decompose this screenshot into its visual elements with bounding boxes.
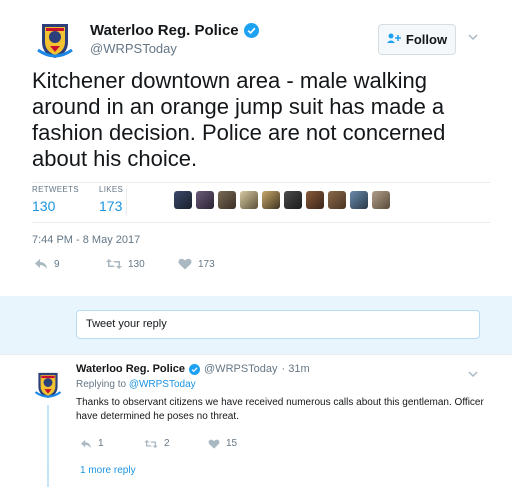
reply-text: Thanks to observant citizens we have rec… xyxy=(76,397,484,422)
reply-tweet: Waterloo Reg. Police @WRPSToday · 31m Re… xyxy=(0,354,512,491)
like-count: 173 xyxy=(198,258,215,270)
retweet-button[interactable]: 130 xyxy=(106,258,178,270)
reply-input[interactable]: Tweet your reply xyxy=(76,310,480,339)
like-count: 15 xyxy=(226,438,238,449)
follow-button[interactable]: Follow xyxy=(378,24,456,55)
reply-icon xyxy=(35,259,47,269)
heart-icon xyxy=(178,258,192,270)
follow-label: Follow xyxy=(405,32,448,47)
author-name-row: Waterloo Reg. Police xyxy=(90,22,259,39)
liker-avatar[interactable] xyxy=(284,191,302,209)
liker-avatar[interactable] xyxy=(372,191,390,209)
police-badge-avatar[interactable] xyxy=(31,367,65,401)
liker-avatar[interactable] xyxy=(196,191,214,209)
reply-button[interactable]: 1 xyxy=(80,438,144,449)
follow-icon xyxy=(386,33,401,47)
liker-avatar[interactable] xyxy=(350,191,368,209)
retweets-count: 130 xyxy=(32,198,56,214)
chevron-down-icon[interactable] xyxy=(466,367,480,381)
chevron-down-icon[interactable] xyxy=(466,30,480,44)
retweet-icon xyxy=(144,439,158,448)
reply-composer: Tweet your reply xyxy=(0,296,512,354)
liker-avatar[interactable] xyxy=(262,191,280,209)
retweet-count: 130 xyxy=(128,258,145,270)
retweet-button[interactable]: 2 xyxy=(144,438,208,449)
author-name[interactable]: Waterloo Reg. Police xyxy=(90,22,239,39)
replying-handle-link[interactable]: @WRPSToday xyxy=(129,379,196,390)
replying-to: Replying to @WRPSToday xyxy=(76,379,196,390)
reply-count: 1 xyxy=(98,438,104,449)
retweet-count: 2 xyxy=(164,438,170,449)
reply-button[interactable]: 9 xyxy=(34,258,106,270)
likes-label: LIKES xyxy=(99,185,124,194)
reply-author-handle[interactable]: @WRPSToday xyxy=(204,363,278,375)
retweet-icon xyxy=(106,259,122,269)
reply-author-name[interactable]: Waterloo Reg. Police xyxy=(76,363,185,375)
verified-icon xyxy=(189,363,201,375)
tweet-actions: 9 130 173 xyxy=(34,258,215,270)
likes-stat[interactable]: LIKES 173 xyxy=(99,185,123,214)
liker-avatar[interactable] xyxy=(328,191,346,209)
liker-avatar[interactable] xyxy=(306,191,324,209)
divider xyxy=(32,182,490,183)
like-button[interactable]: 173 xyxy=(178,258,215,270)
divider xyxy=(32,222,490,223)
reply-icon xyxy=(81,439,91,448)
reply-time[interactable]: · 31m xyxy=(282,363,310,375)
tweet-text: Kitchener downtown area - male walking a… xyxy=(32,68,446,171)
liker-avatar[interactable] xyxy=(174,191,192,209)
retweets-label: RETWEETS xyxy=(32,185,79,194)
liker-avatars xyxy=(174,191,394,209)
reply-count: 9 xyxy=(54,258,60,270)
heart-icon xyxy=(208,439,220,449)
police-badge-avatar[interactable] xyxy=(32,16,78,62)
liker-avatar[interactable] xyxy=(240,191,258,209)
verified-icon xyxy=(243,23,259,38)
reply-actions: 1 2 15 xyxy=(80,438,237,449)
like-button[interactable]: 15 xyxy=(208,438,237,449)
author-handle[interactable]: @WRPSToday xyxy=(90,41,177,56)
replying-prefix: Replying to xyxy=(76,379,127,390)
tweet-timestamp[interactable]: 7:44 PM - 8 May 2017 xyxy=(32,234,140,246)
likes-count: 173 xyxy=(99,198,123,214)
thread-dots xyxy=(46,463,50,488)
reply-header: Waterloo Reg. Police @WRPSToday · 31m xyxy=(76,363,310,375)
stats-divider xyxy=(126,188,127,216)
liker-avatar[interactable] xyxy=(218,191,236,209)
retweets-stat[interactable]: RETWEETS 130 xyxy=(32,185,79,214)
main-tweet: Waterloo Reg. Police @WRPSToday Follow K… xyxy=(0,0,512,296)
more-replies-link[interactable]: 1 more reply xyxy=(80,465,136,476)
